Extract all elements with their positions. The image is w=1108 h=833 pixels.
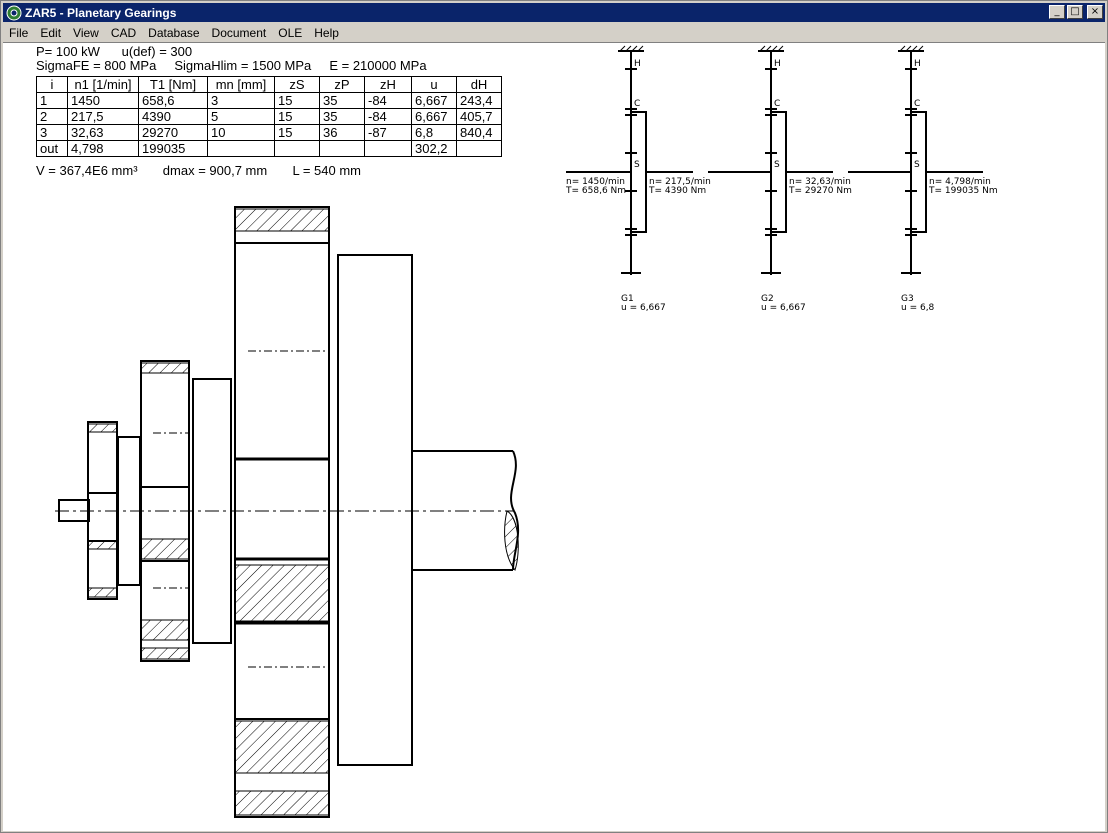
kinematic-scheme: H C S G1 u = 6,667 H C S G2 u = 6,667 H … bbox=[565, 45, 998, 313]
menu-view[interactable]: View bbox=[67, 26, 105, 40]
label-c: C bbox=[914, 99, 920, 109]
label-h: H bbox=[774, 59, 781, 69]
menu-document[interactable]: Document bbox=[206, 26, 273, 40]
label-h: H bbox=[914, 59, 921, 69]
label-c: C bbox=[774, 99, 780, 109]
document-canvas[interactable]: P= 100 kW u(def) = 300 SigmaFE = 800 MPa… bbox=[3, 42, 1105, 831]
label-s: S bbox=[774, 160, 780, 170]
window-title: ZAR5 - Planetary Gearings bbox=[25, 5, 177, 20]
menu-help[interactable]: Help bbox=[308, 26, 345, 40]
menu-file[interactable]: File bbox=[3, 26, 34, 40]
menu-bar: File Edit View CAD Database Document OLE… bbox=[3, 23, 1105, 42]
stage-ratio: u = 6,667 bbox=[621, 303, 666, 313]
shaft-torque: T= 658,6 Nm bbox=[565, 186, 626, 196]
stage-ratio: u = 6,8 bbox=[901, 303, 935, 313]
gearbox-section-view bbox=[55, 206, 520, 818]
menu-ole[interactable]: OLE bbox=[272, 26, 308, 40]
minimize-button[interactable]: _ bbox=[1049, 5, 1065, 19]
menu-database[interactable]: Database bbox=[142, 26, 205, 40]
stage-3-section bbox=[234, 206, 413, 818]
label-c: C bbox=[634, 99, 640, 109]
gearbox-drawing: H C S G1 u = 6,667 H C S G2 u = 6,667 H … bbox=[55, 45, 998, 818]
shaft-torque: T= 199035 Nm bbox=[928, 186, 998, 196]
app-gear-icon bbox=[6, 5, 22, 20]
label-h: H bbox=[634, 59, 641, 69]
menu-edit[interactable]: Edit bbox=[34, 26, 67, 40]
title-bar[interactable]: ZAR5 - Planetary Gearings _ □ × bbox=[3, 3, 1105, 22]
app-window: ZAR5 - Planetary Gearings _ □ × File Edi… bbox=[0, 0, 1108, 833]
shaft-torque: T= 29270 Nm bbox=[788, 186, 852, 196]
shaft-torque: T= 4390 Nm bbox=[648, 186, 706, 196]
stage-ratio: u = 6,667 bbox=[761, 303, 806, 313]
label-s: S bbox=[914, 160, 920, 170]
menu-cad[interactable]: CAD bbox=[105, 26, 142, 40]
maximize-button[interactable]: □ bbox=[1067, 5, 1083, 19]
label-s: S bbox=[634, 160, 640, 170]
close-button[interactable]: × bbox=[1087, 5, 1103, 19]
